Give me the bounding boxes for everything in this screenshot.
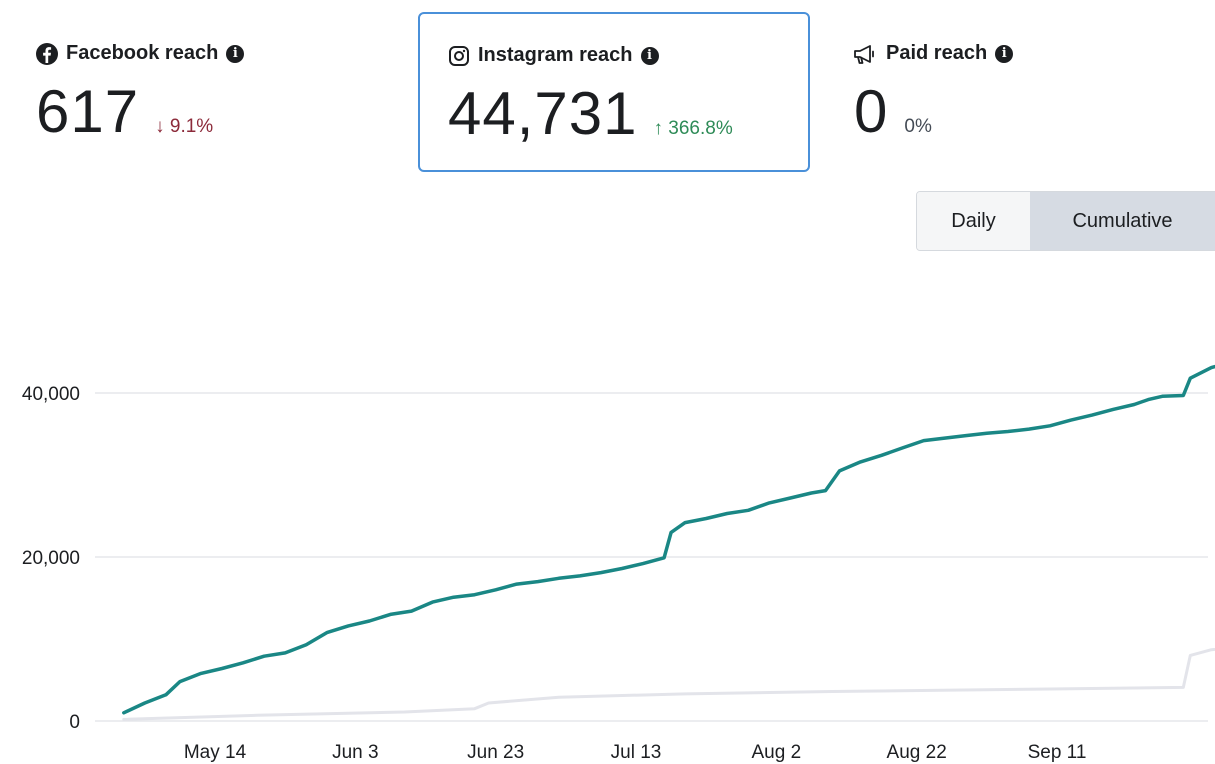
facebook-reach-header: Facebook reach i (36, 42, 245, 65)
view-toggle: Daily Cumulative (916, 191, 1215, 251)
x-tick-label: May 14 (184, 742, 247, 763)
daily-toggle-button[interactable]: Daily (917, 192, 1030, 250)
instagram-reach-value-row: 44,731 ↑ 366.8% (448, 84, 733, 144)
arrow-down-icon: ↓ (155, 116, 165, 137)
instagram-reach-value: 44,731 (448, 80, 638, 147)
info-icon[interactable]: i (640, 46, 659, 65)
facebook-reach-change: ↓ 9.1% (155, 116, 214, 137)
facebook-reach-value: 617 (36, 78, 140, 145)
x-tick-label: Aug 2 (752, 742, 802, 763)
y-tick-label: 40,000 (22, 384, 80, 405)
facebook-reach-value-row: 617 ↓ 9.1% (36, 82, 213, 142)
paid-reach-header: Paid reach i (852, 42, 1014, 65)
y-tick-label: 20,000 (22, 548, 80, 569)
instagram-reach-label: Instagram reach (478, 44, 633, 66)
facebook-reach-card[interactable]: Facebook reach i 617 ↓ 9.1% (14, 12, 394, 172)
instagram-icon (449, 45, 469, 66)
info-icon[interactable]: i (995, 44, 1014, 63)
paid-reach-value: 0 (854, 78, 889, 145)
paid-reach-label: Paid reach (886, 42, 988, 64)
instagram-reach-header: Instagram reach i (448, 44, 659, 67)
x-tick-label: Jun 3 (332, 742, 378, 763)
facebook-icon (36, 42, 58, 65)
arrow-up-icon: ↑ (653, 118, 664, 139)
paid-reach-change: 0% (904, 116, 932, 137)
info-icon[interactable]: i (226, 44, 245, 63)
y-tick-label: 0 (69, 712, 80, 733)
instagram-reach-change: ↑ 366.8% (653, 118, 733, 139)
reach-line-chart: 0 20,000 40,000 May 14 Jun 3 Jun 23 Jul 13 Aug … (22, 364, 1215, 763)
paid-reach-value-row: 0 0% (854, 82, 932, 142)
x-tick-label: Sep 11 (1028, 742, 1087, 763)
cumulative-toggle-button[interactable]: Cumulative (1030, 192, 1215, 250)
facebook-reach-label: Facebook reach (66, 42, 219, 64)
paid-reach-card[interactable]: Paid reach i 0 0% (830, 12, 1210, 172)
instagram-reach-series-line (122, 364, 1215, 715)
facebook-reach-series-line (122, 647, 1215, 721)
instagram-reach-card[interactable]: Instagram reach i 44,731 ↑ 366.8% (418, 12, 810, 172)
x-tick-label: Aug 22 (887, 742, 947, 763)
x-tick-label: Jul 13 (611, 742, 662, 763)
x-tick-label: Jun 23 (467, 742, 524, 763)
megaphone-icon (854, 44, 874, 64)
